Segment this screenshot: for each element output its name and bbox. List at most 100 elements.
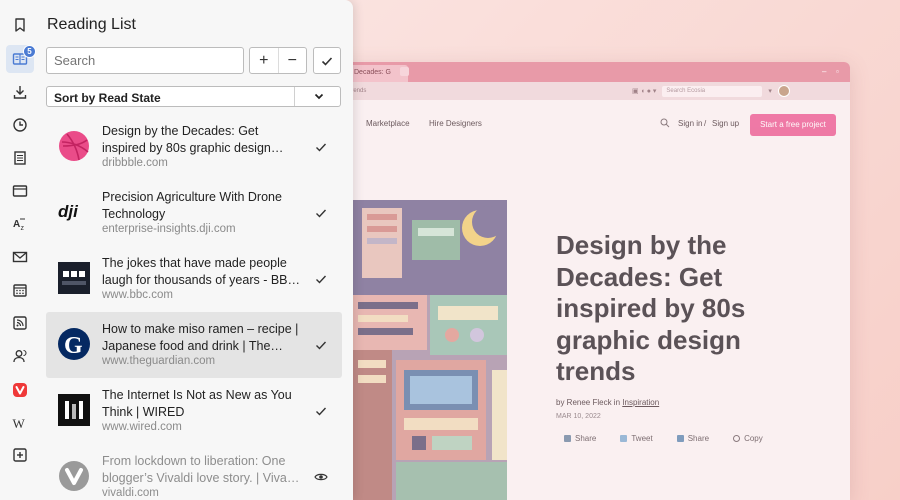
add-web-panel-button[interactable] <box>6 441 34 469</box>
sort-label: Sort by Read State <box>54 91 161 105</box>
feeds-panel-button[interactable] <box>6 309 34 337</box>
add-panel-icon <box>13 448 27 462</box>
calendar-panel-button[interactable] <box>6 276 34 304</box>
webpage-nav: Marketplace Hire Designers Sign in / Sig… <box>330 114 850 136</box>
notes-panel-button[interactable] <box>6 144 34 172</box>
article-byline: by Renee Fleck in Inspiration <box>556 398 659 407</box>
reading-list-panel: 5 Az W Reading List Search + − Sort by R… <box>0 0 353 500</box>
nav-separator: / <box>704 119 707 128</box>
chevron-down-icon <box>314 93 324 100</box>
list-item[interactable]: From lockdown to liberation: One blogger… <box>46 444 342 500</box>
share-row: Share Tweet Share Copy <box>564 434 763 443</box>
sort-dropdown[interactable]: Sort by Read State <box>46 86 341 107</box>
list-item[interactable]: The Internet Is Not as New as You Think … <box>46 378 342 444</box>
remove-button[interactable]: − <box>277 48 307 73</box>
item-title: The jokes that have made people laugh fo… <box>102 256 297 287</box>
add-remove-group: + − <box>249 47 307 74</box>
svg-text:W: W <box>13 416 26 431</box>
item-title: How to make miso ramen – recipe | Japane… <box>102 322 299 353</box>
svg-text:z: z <box>21 225 25 232</box>
address-field[interactable]: ...gn-trends <box>336 88 626 94</box>
nav-sign-up[interactable]: Sign up <box>712 119 739 128</box>
background-webpage: Marketplace Hire Designers Sign in / Sig… <box>330 100 850 500</box>
list-item[interactable]: dji Precision Agriculture With Drone Tec… <box>46 180 342 246</box>
history-panel-button[interactable] <box>6 111 34 139</box>
svg-text:G: G <box>64 333 83 359</box>
bookmarks-panel-button[interactable] <box>6 11 34 39</box>
background-address-bar: ...gn-trends ▣ ◖ ● ▾ Search Ecosia ▾ <box>330 82 850 100</box>
read-checkmark-icon[interactable] <box>314 272 328 286</box>
feeds-icon <box>13 316 27 330</box>
minimize-icon[interactable]: – <box>822 67 826 76</box>
mail-icon <box>12 251 28 263</box>
facebook-icon <box>564 435 571 442</box>
checkmark-icon <box>321 56 333 66</box>
facebook-share-button[interactable]: Share <box>564 434 596 443</box>
list-item[interactable]: The jokes that have made people laugh fo… <box>46 246 342 312</box>
article-date: MAR 10, 2022 <box>556 413 601 420</box>
read-checkmark-icon[interactable] <box>314 404 328 418</box>
read-checkmark-icon[interactable] <box>314 338 328 352</box>
list-item[interactable]: Design by the Decades: Get inspired by 8… <box>46 114 342 180</box>
background-browser-window: Decades: G – ▫ ...gn-trends ▣ ◖ ● ▾ Sear… <box>330 62 850 500</box>
history-icon <box>13 118 27 132</box>
twitter-icon <box>620 435 628 442</box>
search-dropdown-icon[interactable]: ▾ <box>768 87 772 95</box>
read-checkmark-icon[interactable] <box>314 206 328 220</box>
nav-marketplace[interactable]: Marketplace <box>366 119 410 128</box>
new-tab-icon[interactable] <box>400 67 409 76</box>
svg-text:A: A <box>13 219 20 230</box>
guardian-icon: G <box>58 328 90 360</box>
item-url: dribbble.com <box>102 157 168 169</box>
unread-eye-icon[interactable] <box>314 470 328 484</box>
search-icon[interactable] <box>660 118 670 128</box>
link-icon <box>733 435 741 442</box>
vivaldi-icon <box>58 460 90 492</box>
address-bar-icons: ▣ ◖ ● ▾ <box>632 88 657 95</box>
mail-panel-button[interactable] <box>6 243 34 271</box>
item-url: www.theguardian.com <box>102 355 216 367</box>
contacts-icon <box>13 349 27 363</box>
add-button[interactable]: + <box>250 48 278 73</box>
notes-icon <box>14 151 26 165</box>
calendar-icon <box>13 284 27 297</box>
search-input[interactable] <box>46 47 244 74</box>
window-panel-icon <box>12 185 28 197</box>
downloads-panel-button[interactable] <box>6 78 34 106</box>
window-panel-button[interactable] <box>6 177 34 205</box>
read-checkmark-icon[interactable] <box>314 140 328 154</box>
close-window-icon[interactable]: ▫ <box>836 67 839 76</box>
item-url: enterprise-insights.dji.com <box>102 223 236 235</box>
list-item[interactable]: G How to make miso ramen – recipe | Japa… <box>46 312 342 378</box>
translate-icon: Az <box>13 218 25 232</box>
item-url: www.wired.com <box>102 421 182 433</box>
background-tab-bar: Decades: G – ▫ <box>330 62 850 82</box>
item-title: The Internet Is Not as New as You Think … <box>102 388 292 419</box>
byline-author: by Renee Fleck in <box>556 398 621 407</box>
background-search-field[interactable]: Search Ecosia <box>662 85 763 97</box>
dji-icon: dji <box>58 196 90 228</box>
mark-read-button[interactable] <box>313 47 341 74</box>
vivaldi-web-panel-button[interactable] <box>6 376 34 404</box>
linkedin-share-button[interactable]: Share <box>676 434 709 443</box>
item-url: www.bbc.com <box>102 289 173 301</box>
translate-panel-button[interactable]: Az <box>6 210 34 238</box>
byline-category-link[interactable]: Inspiration <box>622 398 659 407</box>
contacts-panel-button[interactable] <box>6 342 34 370</box>
reading-list-panel-button[interactable]: 5 <box>6 45 36 73</box>
linkedin-icon <box>676 435 684 442</box>
item-title: From lockdown to liberation: One blogger… <box>102 454 300 485</box>
nav-hire-designers[interactable]: Hire Designers <box>429 119 482 128</box>
panel-sidebar: 5 Az W <box>0 0 40 500</box>
background-tab[interactable]: Decades: G <box>348 65 408 82</box>
article-headline: Design by the Decades: Get inspired by 8… <box>556 230 746 386</box>
item-url: vivaldi.com <box>102 487 159 499</box>
copy-link-button[interactable]: Copy <box>733 434 763 443</box>
nav-sign-in[interactable]: Sign in <box>678 119 702 128</box>
start-project-button[interactable]: Start a free project <box>750 114 836 136</box>
item-title: Design by the Decades: Get inspired by 8… <box>102 124 271 155</box>
tweet-button[interactable]: Tweet <box>620 434 653 443</box>
wikipedia-web-panel-button[interactable]: W <box>6 409 34 437</box>
download-icon <box>13 86 27 99</box>
profile-avatar[interactable] <box>777 85 790 97</box>
